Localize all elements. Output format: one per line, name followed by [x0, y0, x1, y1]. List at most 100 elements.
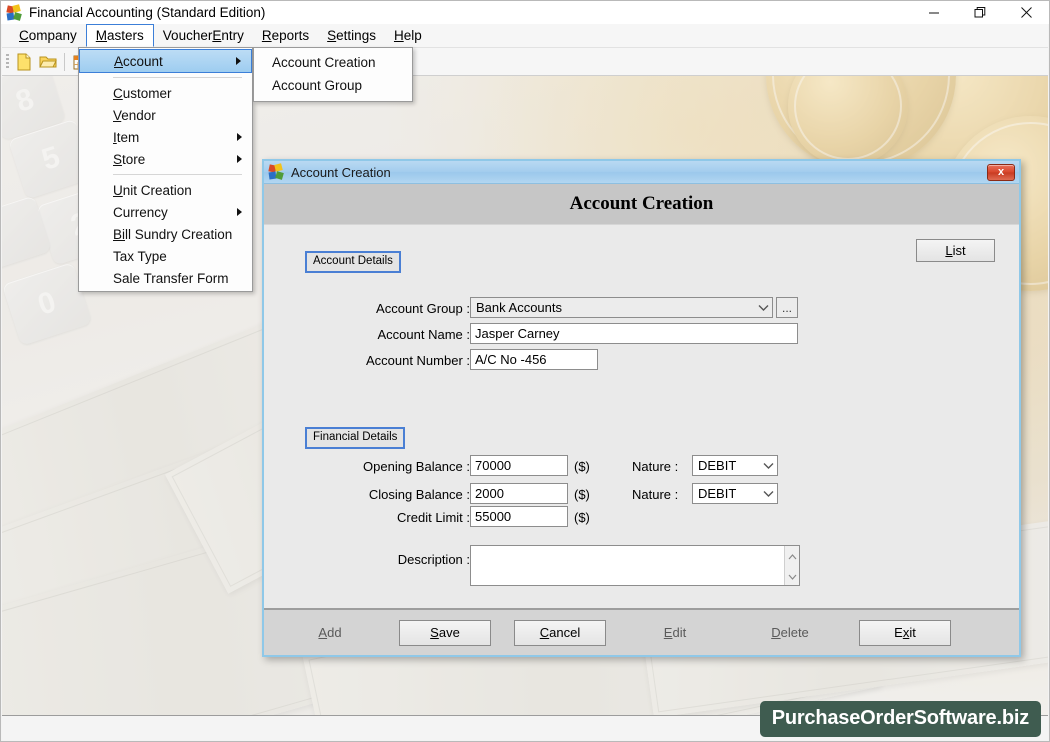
opening-balance-currency-unit: ($)	[574, 459, 590, 474]
menu-reports[interactable]: Reports	[253, 24, 318, 47]
menu-item-unit-creation[interactable]: Unit Creation	[79, 179, 252, 201]
description-scrollbar[interactable]	[784, 546, 799, 585]
masters-dropdown-menu: Account Customer Vendor Item Store Unit …	[78, 47, 253, 292]
account-details-section-tag: Account Details	[305, 251, 401, 273]
menu-separator	[113, 77, 242, 78]
window-controls	[911, 1, 1049, 24]
menu-item-account[interactable]: Account	[79, 49, 252, 73]
account-group-label: Account Group :	[376, 301, 470, 316]
save-button[interactable]: Save	[399, 619, 491, 646]
chevron-down-icon	[761, 462, 775, 470]
opening-balance-label: Opening Balance :	[363, 459, 470, 474]
menu-item-bill-sundry-creation[interactable]: Bill Sundry Creation	[79, 223, 252, 245]
credit-limit-value: 55000	[475, 509, 512, 524]
menu-item-store[interactable]: Store	[79, 148, 252, 170]
add-button[interactable]: Add	[284, 619, 376, 646]
closing-balance-label: Closing Balance :	[368, 487, 470, 502]
save-button-label: Save	[430, 625, 460, 640]
closing-nature-value: DEBIT	[698, 486, 737, 501]
dialog-header-title: Account Creation	[569, 193, 714, 214]
menu-item-tax-type[interactable]: Tax Type	[79, 245, 252, 267]
window-titlebar: Financial Accounting (Standard Edition)	[1, 1, 1049, 24]
dialog-close-button[interactable]: x	[987, 163, 1015, 181]
list-button[interactable]: List	[916, 239, 995, 262]
closing-nature-select[interactable]: DEBIT	[692, 483, 778, 504]
financial-details-section-tag: Financial Details	[305, 427, 406, 449]
menu-item-item[interactable]: Item	[79, 126, 252, 148]
ellipsis-icon: ...	[781, 301, 792, 315]
menu-item-currency[interactable]: Currency	[79, 201, 252, 223]
cancel-button[interactable]: Cancel	[514, 619, 606, 646]
opening-nature-select[interactable]: DEBIT	[692, 455, 778, 476]
closing-nature-label: Nature :	[632, 487, 679, 502]
new-document-icon[interactable]	[12, 50, 36, 74]
cancel-button-label: Cancel	[539, 625, 581, 640]
account-name-value: Jasper Carney	[475, 326, 560, 341]
menu-item-label: Account	[114, 53, 163, 69]
account-number-input[interactable]: A/C No -456	[470, 349, 598, 370]
menu-item-account-group[interactable]: Account Group	[254, 74, 412, 97]
opening-balance-value: 70000	[475, 458, 512, 473]
credit-limit-input[interactable]: 55000	[470, 506, 568, 527]
open-folder-icon[interactable]	[36, 50, 60, 74]
menu-item-sale-transfer-form[interactable]: Sale Transfer Form	[79, 267, 252, 289]
credit-limit-label: Credit Limit :	[397, 510, 470, 525]
scroll-down-icon[interactable]	[788, 568, 797, 583]
dialog-title: Account Creation	[291, 164, 391, 180]
edit-button[interactable]: Edit	[629, 619, 721, 646]
app-puzzle-icon	[6, 3, 23, 21]
description-label: Description :	[397, 552, 470, 567]
menu-item-label: Unit Creation	[113, 182, 192, 198]
chevron-right-icon	[237, 208, 242, 216]
menu-item-customer[interactable]: Customer	[79, 82, 252, 104]
add-button-label: Add	[318, 625, 342, 640]
credit-limit-currency-unit: ($)	[574, 510, 590, 525]
menu-company[interactable]: Company	[10, 24, 86, 47]
menu-masters[interactable]: Masters	[85, 24, 154, 47]
account-name-input[interactable]: Jasper Carney	[470, 323, 798, 344]
menu-item-account-creation[interactable]: Account Creation	[254, 51, 412, 74]
scroll-up-icon[interactable]	[788, 548, 797, 563]
description-input[interactable]	[471, 546, 784, 585]
maximize-button[interactable]	[957, 1, 1003, 24]
opening-balance-input[interactable]: 70000	[470, 455, 568, 476]
menu-item-label: Sale Transfer Form	[113, 270, 229, 286]
chevron-right-icon	[237, 133, 242, 141]
chevron-down-icon	[756, 304, 770, 312]
account-details-label: Account Details	[313, 255, 393, 267]
menu-voucher-entry[interactable]: Voucher Entry	[154, 24, 253, 47]
menubar: Company Masters Voucher Entry Reports Se…	[2, 24, 1048, 48]
window-title: Financial Accounting (Standard Edition)	[29, 5, 266, 20]
exit-button[interactable]: Exit	[859, 619, 951, 646]
menu-item-vendor[interactable]: Vendor	[79, 104, 252, 126]
financial-details-label: Financial Details	[313, 431, 398, 443]
edit-button-label: Edit	[663, 625, 687, 640]
dialog-body: List Account Details Account Group : Ban…	[264, 224, 1019, 608]
chevron-right-icon	[236, 57, 241, 65]
menu-help[interactable]: Help	[385, 24, 431, 47]
list-button-label: List	[945, 243, 966, 258]
account-name-label: Account Name :	[377, 327, 471, 342]
close-button[interactable]	[1003, 1, 1049, 24]
toolbar-separator	[64, 52, 65, 71]
delete-button[interactable]: Delete	[744, 619, 836, 646]
delete-button-label: Delete	[771, 625, 809, 640]
account-group-browse-button[interactable]: ...	[776, 297, 798, 318]
minimize-button[interactable]	[911, 1, 957, 24]
opening-nature-label: Nature :	[632, 459, 679, 474]
chevron-right-icon	[237, 155, 242, 163]
watermark-badge: PurchaseOrderSoftware.biz	[759, 701, 1041, 737]
dialog-puzzle-icon	[268, 163, 285, 180]
menu-item-label: Bill Sundry Creation	[113, 226, 233, 242]
description-field[interactable]	[470, 545, 800, 586]
account-submenu: Account Creation Account Group	[253, 47, 413, 102]
toolbar-grip[interactable]	[6, 53, 9, 70]
menu-item-label: Vendor	[113, 107, 156, 123]
menu-settings[interactable]: Settings	[318, 24, 385, 47]
account-group-select[interactable]: Bank Accounts	[470, 297, 773, 318]
chevron-down-icon	[761, 490, 775, 498]
closing-balance-value: 2000	[475, 486, 504, 501]
account-creation-dialog: Account Creation x Account Creation List…	[262, 159, 1021, 657]
closing-balance-input[interactable]: 2000	[470, 483, 568, 504]
menu-item-label: Store	[113, 151, 146, 167]
